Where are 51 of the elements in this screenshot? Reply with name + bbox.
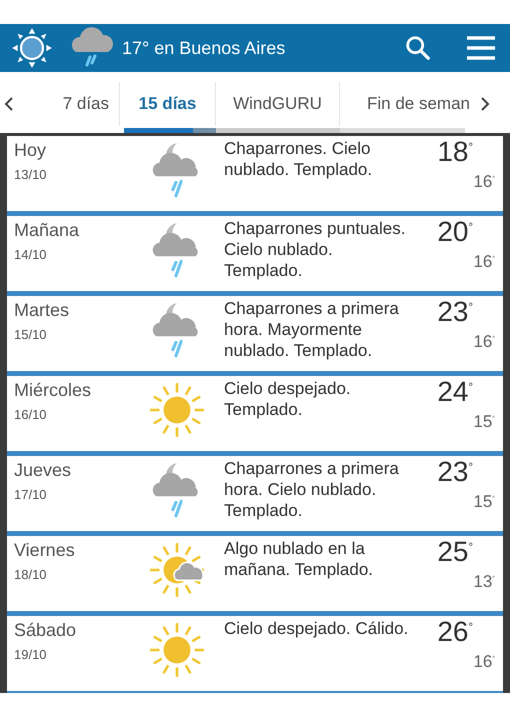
day-date: 15/10 xyxy=(14,327,47,342)
forecast-row[interactable]: Mañana 14/10 Chaparrones puntuales. Cielo nublado. Templado. 20$^{°}$ 16$^{°}$ xyxy=(7,216,503,296)
forecast-row[interactable]: Hoy 13/10 Chaparrones. Cielo nublado. Templado. 18$^{°}$ 16$^{°}$ xyxy=(7,136,503,216)
tab[interactable]: 15 días xyxy=(120,82,216,126)
day-date: 13/10 xyxy=(14,167,47,182)
high-temperature: 23$^{°}$ xyxy=(437,456,473,488)
low-temperature: 16$^{°}$ xyxy=(473,172,495,192)
forecast-description: Chaparrones a primera hora. Cielo nublado. Templado. xyxy=(224,458,400,522)
forecast-description: Cielo despejado. Cálido. xyxy=(224,618,410,640)
forecast-description: Chaparrones puntuales. Cielo nublado. Templado. xyxy=(224,218,406,282)
forecast-row[interactable]: Miércoles 16/10 Cielo despejado. Templado. 24$^{°}$ 15$^{°}$ xyxy=(7,376,503,456)
day-name: Hoy xyxy=(14,140,46,161)
search-icon[interactable] xyxy=(404,34,432,62)
high-temperature: 26$^{°}$ xyxy=(437,616,473,648)
day-name: Mañana xyxy=(14,220,80,241)
tab[interactable]: Fin de seman xyxy=(340,82,470,126)
forecast-description: Algo nublado en la mañana. Templado. xyxy=(224,538,374,581)
day-name: Viernes xyxy=(14,540,75,561)
high-temperature: 24$^{°}$ xyxy=(437,376,473,408)
day-name: Sábado xyxy=(14,620,76,641)
location-title: 17° en Buenos Aires xyxy=(122,38,286,58)
forecast-row[interactable]: Sábado 19/10 Cielo despejado. Cálido. 26$^{°}$ 16$^{°}$ xyxy=(7,616,503,693)
high-temperature: 18$^{°}$ xyxy=(437,136,473,168)
forecast-row[interactable]: Martes 15/10 Chaparrones a primera hora. Mayormente nublado. Templado. 23$^{°}$ 16$^{°}$ xyxy=(7,296,503,376)
menu-icon[interactable] xyxy=(466,35,496,61)
day-name: Miércoles xyxy=(14,380,92,401)
day-name: Martes xyxy=(14,300,70,321)
tab[interactable]: 7 días xyxy=(14,82,120,126)
high-temperature: 20$^{°}$ xyxy=(437,216,473,248)
sun-icon xyxy=(10,26,54,70)
low-temperature: 13$^{°}$ xyxy=(473,572,495,592)
forecast-description: Chaparrones a primera hora. Mayormente nublado. Templado. xyxy=(224,298,400,362)
high-temperature: 25$^{°}$ xyxy=(437,536,473,568)
day-name: Jueves xyxy=(14,460,72,481)
low-temperature: 15$^{°}$ xyxy=(473,412,495,432)
tab[interactable]: WindGURU xyxy=(216,82,340,126)
day-date: 19/10 xyxy=(14,647,47,662)
day-date: 14/10 xyxy=(14,247,47,262)
day-date: 16/10 xyxy=(14,407,47,422)
forecast-row[interactable]: Jueves 17/10 Chaparrones a primera hora. Cielo nublado. Templado. 23$^{°}$ 15$^{°}$ xyxy=(7,456,503,536)
low-temperature: 16$^{°}$ xyxy=(473,252,495,272)
low-temperature: 16$^{°}$ xyxy=(473,332,495,352)
day-date: 17/10 xyxy=(14,487,47,502)
forecast-row[interactable]: Viernes 18/10 Algo nublado en la mañana. Templado. 25$^{°}$ 13$^{°}$ xyxy=(7,536,503,616)
forecast-description: Cielo despejado. Templado. xyxy=(224,378,352,421)
low-temperature: 16$^{°}$ xyxy=(473,652,495,672)
forecast-description: Chaparrones. Cielo nublado. Templado. xyxy=(224,138,374,181)
high-temperature: 23$^{°}$ xyxy=(437,296,473,328)
chevron-left-icon[interactable] xyxy=(4,96,14,112)
low-temperature: 15$^{°}$ xyxy=(473,492,495,512)
day-date: 18/10 xyxy=(14,567,47,582)
